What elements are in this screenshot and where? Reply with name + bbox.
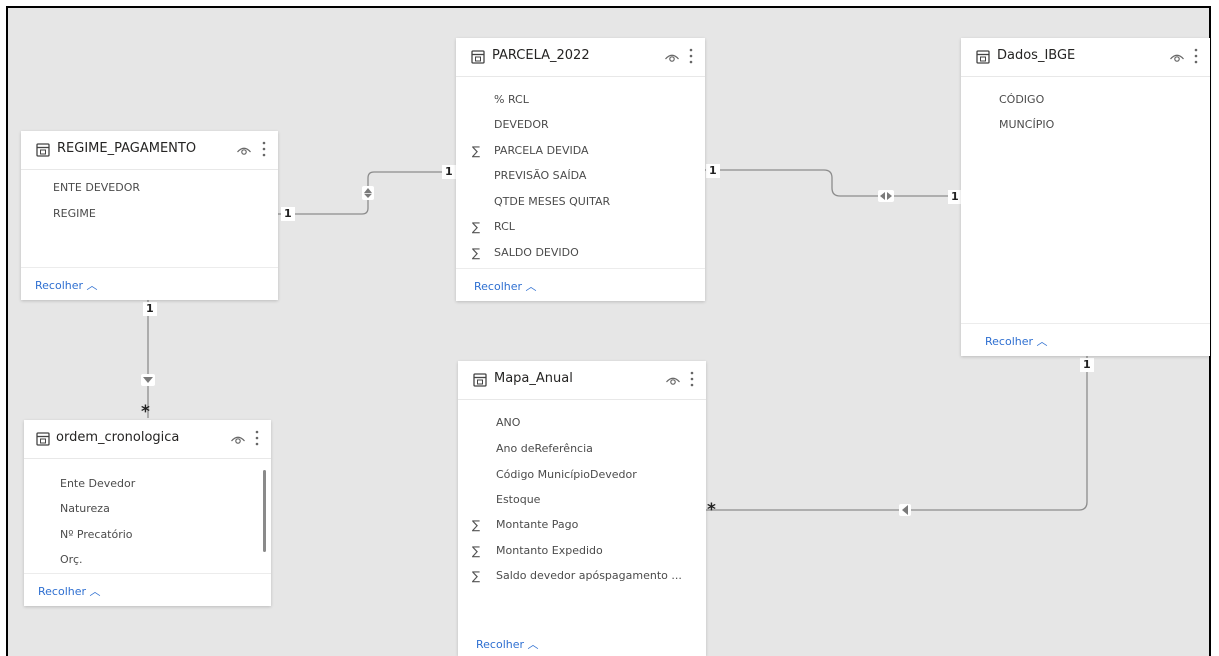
table-card-header[interactable]: ordem_cronologica: [24, 420, 271, 459]
table-title: Mapa_Anual: [494, 371, 573, 386]
collapse-link[interactable]: Recolher ︿: [985, 333, 1048, 349]
sigma-icon: ∑: [472, 220, 481, 234]
field-label: Nº Precatório: [60, 528, 133, 541]
sigma-icon: ∑: [472, 518, 481, 532]
field-label: Ente Devedor: [60, 477, 136, 490]
cardinality-one-label: 1: [281, 207, 295, 221]
field-label: Estoque: [496, 493, 541, 506]
table-card-ordem-cronologica[interactable]: ordem_cronologica Ente Devedor Natureza …: [24, 420, 271, 606]
field-label: Montante Pago: [496, 518, 579, 531]
collapse-label: Recolher: [35, 279, 84, 292]
chevron-up-icon: ︿: [89, 585, 101, 598]
collapse-label: Recolher: [985, 335, 1034, 348]
table-title: Dados_IBGE: [997, 48, 1076, 63]
chevron-up-icon: ︿: [525, 280, 537, 293]
table-icon: [976, 50, 990, 64]
field-label: Montanto Expedido: [496, 544, 603, 557]
cardinality-many-label: *: [141, 402, 150, 422]
collapse-link[interactable]: Recolher ︿: [35, 277, 98, 293]
collapse-link[interactable]: Recolher ︿: [474, 278, 537, 294]
sigma-icon: ∑: [472, 246, 481, 260]
field-label: Orç.: [60, 553, 83, 566]
cardinality-one-label: 1: [948, 190, 962, 204]
chevron-up-icon: ︿: [527, 638, 539, 651]
eye-icon[interactable]: [236, 144, 252, 156]
table-card-mapa-anual[interactable]: Mapa_Anual ANO Ano deReferência Código M…: [458, 361, 706, 656]
sigma-icon: ∑: [472, 144, 481, 158]
collapse-link[interactable]: Recolher ︿: [38, 583, 101, 599]
collapse-link[interactable]: Recolher ︿: [476, 636, 539, 652]
field-label: MUNCÍPIO: [999, 118, 1055, 131]
field-label: PREVISÃO SAÍDA: [494, 169, 587, 182]
field-label: ENTE DEVEDOR: [53, 181, 141, 194]
table-card-header[interactable]: REGIME_PAGAMENTO: [21, 131, 278, 170]
table-icon: [473, 373, 487, 387]
field-label: Natureza: [60, 502, 110, 515]
field-label: SALDO DEVIDO: [494, 246, 579, 259]
collapse-label: Recolher: [476, 638, 525, 651]
table-icon: [36, 143, 50, 157]
field-label: REGIME: [53, 207, 96, 220]
eye-icon[interactable]: [230, 433, 246, 445]
chevron-up-icon: ︿: [86, 279, 98, 292]
eye-icon[interactable]: [665, 374, 681, 386]
field-label: QTDE MESES QUITAR: [494, 195, 611, 208]
more-options-icon[interactable]: [261, 140, 267, 158]
more-options-icon[interactable]: [1193, 47, 1199, 65]
more-options-icon[interactable]: [688, 47, 694, 65]
collapse-footer: Recolher ︿: [458, 624, 706, 656]
collapse-footer: Recolher ︿: [21, 267, 278, 300]
table-card-dados-ibge[interactable]: Dados_IBGE CÓDIGO MUNCÍPIO Recolher ︿: [961, 38, 1210, 356]
more-options-icon[interactable]: [689, 370, 695, 388]
table-title: PARCELA_2022: [492, 48, 590, 63]
more-options-icon[interactable]: [254, 429, 260, 447]
chevron-up-icon: ︿: [1036, 335, 1048, 348]
table-card-header[interactable]: Mapa_Anual: [458, 361, 706, 400]
collapse-footer: Recolher ︿: [456, 268, 705, 301]
cardinality-one-label: 1: [706, 164, 720, 178]
cardinality-one-label: 1: [442, 165, 456, 179]
field-label: DEVEDOR: [494, 118, 549, 131]
sigma-icon: ∑: [472, 544, 481, 558]
sigma-icon: ∑: [472, 569, 481, 583]
cardinality-many-label: *: [707, 500, 716, 520]
field-label: Saldo devedor apóspagamento ...: [496, 569, 682, 582]
collapse-footer: Recolher ︿: [961, 323, 1210, 356]
field-list-scrollbar[interactable]: [263, 470, 266, 552]
table-card-parcela-2022[interactable]: PARCELA_2022 % RCL DEVEDOR ∑ PARCELA DEVI…: [456, 38, 705, 301]
field-label: RCL: [494, 220, 515, 233]
field-label: Ano deReferência: [496, 442, 593, 455]
table-card-header[interactable]: PARCELA_2022: [456, 38, 705, 77]
field-label: % RCL: [494, 93, 529, 106]
table-title: ordem_cronologica: [56, 430, 180, 445]
eye-icon[interactable]: [1169, 51, 1185, 63]
table-card-regime-pagamento[interactable]: REGIME_PAGAMENTO ENTE DEVEDOR REGIME Rec…: [21, 131, 278, 300]
table-title: REGIME_PAGAMENTO: [57, 141, 197, 156]
field-label: ANO: [496, 416, 521, 429]
collapse-label: Recolher: [474, 280, 523, 293]
field-label: CÓDIGO: [999, 93, 1045, 106]
collapse-label: Recolher: [38, 585, 87, 598]
cardinality-one-label: 1: [143, 302, 157, 316]
field-label: Código MunicípioDevedor: [496, 468, 637, 481]
table-icon: [471, 50, 485, 64]
eye-icon[interactable]: [664, 51, 680, 63]
cardinality-one-label: 1: [1080, 358, 1094, 372]
field-label: PARCELA DEVIDA: [494, 144, 589, 157]
collapse-footer: Recolher ︿: [24, 573, 271, 606]
table-card-header[interactable]: Dados_IBGE: [961, 38, 1210, 77]
table-icon: [36, 432, 50, 446]
